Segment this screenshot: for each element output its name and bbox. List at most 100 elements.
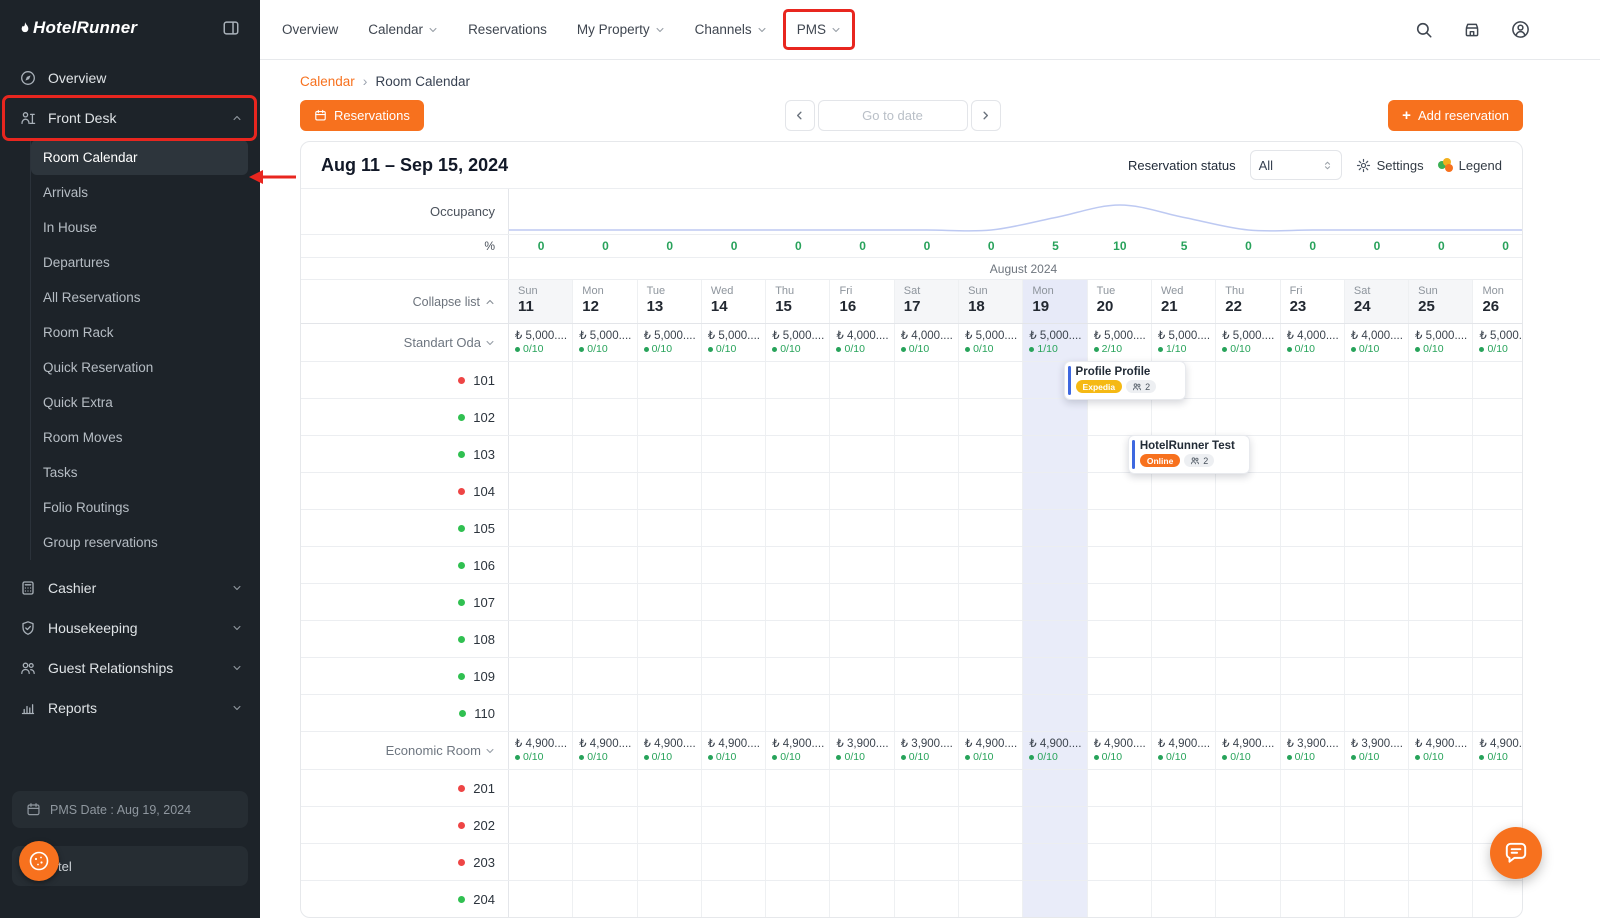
calendar-day-cell[interactable] <box>959 362 1023 398</box>
calendar-day-cell[interactable] <box>830 510 894 546</box>
calendar-day-cell[interactable] <box>830 770 894 806</box>
calendar-day-cell[interactable] <box>1281 658 1345 694</box>
search-icon[interactable] <box>1415 21 1433 39</box>
calendar-day-cell[interactable] <box>1473 658 1523 694</box>
calendar-day-cell[interactable] <box>895 807 959 843</box>
calendar-day-cell[interactable] <box>1473 584 1523 620</box>
calendar-day-cell[interactable] <box>702 770 766 806</box>
calendar-day-cell[interactable] <box>702 362 766 398</box>
calendar-day-cell[interactable] <box>573 621 637 657</box>
sidebar-subitem-tasks[interactable]: Tasks <box>31 455 248 490</box>
sidebar-item-guest-relationships[interactable]: Guest Relationships <box>0 648 260 688</box>
calendar-day-cell[interactable] <box>1345 621 1409 657</box>
calendar-day-cell[interactable] <box>1409 807 1473 843</box>
calendar-day-cell[interactable] <box>573 844 637 880</box>
calendar-day-cell[interactable] <box>509 621 573 657</box>
calendar-day-cell[interactable] <box>1473 399 1523 435</box>
calendar-day-cell[interactable] <box>509 807 573 843</box>
nav-item-reservations[interactable]: Reservations <box>468 22 547 37</box>
calendar-day-cell[interactable] <box>766 510 830 546</box>
calendar-day-cell[interactable] <box>638 473 702 509</box>
reservation-card-profile-profile[interactable]: Profile ProfileExpedia2 <box>1064 361 1187 400</box>
calendar-day-cell[interactable] <box>1345 695 1409 731</box>
calendar-day-cell[interactable] <box>895 621 959 657</box>
sidebar-subitem-folio-routings[interactable]: Folio Routings <box>31 490 248 525</box>
rate-cell[interactable]: ₺ 4,900....0/10 <box>638 732 702 769</box>
sidebar-subitem-departures[interactable]: Departures <box>31 245 248 280</box>
room-type-label[interactable]: Economic Room <box>301 732 509 769</box>
calendar-day-cell[interactable] <box>959 770 1023 806</box>
calendar-day-cell[interactable] <box>638 807 702 843</box>
calendar-day-cell[interactable] <box>1023 658 1087 694</box>
calendar-day-cell[interactable] <box>830 881 894 917</box>
rate-cell[interactable]: ₺ 3,900....0/10 <box>1345 732 1409 769</box>
calendar-day-cell[interactable] <box>1281 510 1345 546</box>
calendar-day-cell[interactable] <box>1409 881 1473 917</box>
calendar-day-cell[interactable] <box>1281 695 1345 731</box>
calendar-day-cell[interactable] <box>766 770 830 806</box>
calendar-day-cell[interactable] <box>1409 621 1473 657</box>
calendar-day-cell[interactable] <box>1216 881 1280 917</box>
calendar-day-cell[interactable] <box>1088 621 1152 657</box>
calendar-day-cell[interactable] <box>959 695 1023 731</box>
calendar-day-cell[interactable] <box>1088 584 1152 620</box>
sidebar-subitem-quick-reservation[interactable]: Quick Reservation <box>31 350 248 385</box>
calendar-day-cell[interactable] <box>1281 436 1345 472</box>
calendar-day-cell[interactable] <box>1216 807 1280 843</box>
calendar-day-cell[interactable] <box>702 807 766 843</box>
calendar-day-cell[interactable] <box>895 584 959 620</box>
reservation-card-hotelrunner-test[interactable]: HotelRunner TestOnline2 <box>1128 435 1251 474</box>
room-label[interactable]: 203 <box>301 844 509 880</box>
rate-cell[interactable]: ₺ 5,000....0/10 <box>638 324 702 361</box>
calendar-day-cell[interactable] <box>1023 807 1087 843</box>
calendar-day-cell[interactable] <box>1216 844 1280 880</box>
rate-cell[interactable]: ₺ 5,000....2/10 <box>1088 324 1152 361</box>
calendar-day-cell[interactable] <box>509 770 573 806</box>
sidebar-subitem-in-house[interactable]: In House <box>31 210 248 245</box>
calendar-day-cell[interactable] <box>766 807 830 843</box>
calendar-day-cell[interactable] <box>1345 770 1409 806</box>
rate-cell[interactable]: ₺ 4,000....0/10 <box>1281 324 1345 361</box>
calendar-day-cell[interactable] <box>766 881 830 917</box>
calendar-day-cell[interactable] <box>1473 695 1523 731</box>
rate-cell[interactable]: ₺ 4,900....0/10 <box>1216 732 1280 769</box>
calendar-day-cell[interactable] <box>1088 658 1152 694</box>
calendar-day-cell[interactable] <box>1216 584 1280 620</box>
calendar-day-cell[interactable] <box>1152 584 1216 620</box>
rate-cell[interactable]: ₺ 4,900....0/10 <box>702 732 766 769</box>
calendar-day-cell[interactable] <box>1023 473 1087 509</box>
calendar-day-cell[interactable] <box>1088 547 1152 583</box>
sidebar-subitem-all-reservations[interactable]: All Reservations <box>31 280 248 315</box>
calendar-day-cell[interactable] <box>1281 584 1345 620</box>
calendar-day-cell[interactable] <box>702 844 766 880</box>
calendar-day-cell[interactable] <box>1216 770 1280 806</box>
collapse-list-button[interactable]: Collapse list <box>301 280 509 323</box>
rate-cell[interactable]: ₺ 4,900....0/10 <box>509 732 573 769</box>
room-label[interactable]: 110 <box>301 695 509 731</box>
calendar-day-cell[interactable] <box>959 621 1023 657</box>
calendar-day-cell[interactable] <box>1023 399 1087 435</box>
calendar-day-cell[interactable] <box>1473 436 1523 472</box>
room-label[interactable]: 101 <box>301 362 509 398</box>
calendar-day-cell[interactable] <box>830 807 894 843</box>
calendar-day-cell[interactable] <box>509 695 573 731</box>
calendar-day-cell[interactable] <box>895 770 959 806</box>
calendar-day-cell[interactable] <box>1023 770 1087 806</box>
calendar-day-cell[interactable] <box>573 510 637 546</box>
calendar-day-cell[interactable] <box>1345 807 1409 843</box>
calendar-day-cell[interactable] <box>1088 695 1152 731</box>
rate-cell[interactable]: ₺ 3,900....0/10 <box>895 732 959 769</box>
calendar-day-cell[interactable] <box>1409 695 1473 731</box>
calendar-day-cell[interactable] <box>702 473 766 509</box>
room-label[interactable]: 102 <box>301 399 509 435</box>
calendar-day-cell[interactable] <box>1281 621 1345 657</box>
legend-button[interactable]: Legend <box>1438 158 1502 173</box>
rate-cell[interactable]: ₺ 4,900....0/10 <box>573 732 637 769</box>
calendar-day-cell[interactable] <box>895 695 959 731</box>
sidebar-item-overview[interactable]: Overview <box>0 58 260 98</box>
calendar-day-cell[interactable] <box>1216 658 1280 694</box>
calendar-day-cell[interactable] <box>638 510 702 546</box>
calendar-day-cell[interactable] <box>895 362 959 398</box>
calendar-day-cell[interactable] <box>1409 362 1473 398</box>
calendar-day-cell[interactable] <box>1152 621 1216 657</box>
